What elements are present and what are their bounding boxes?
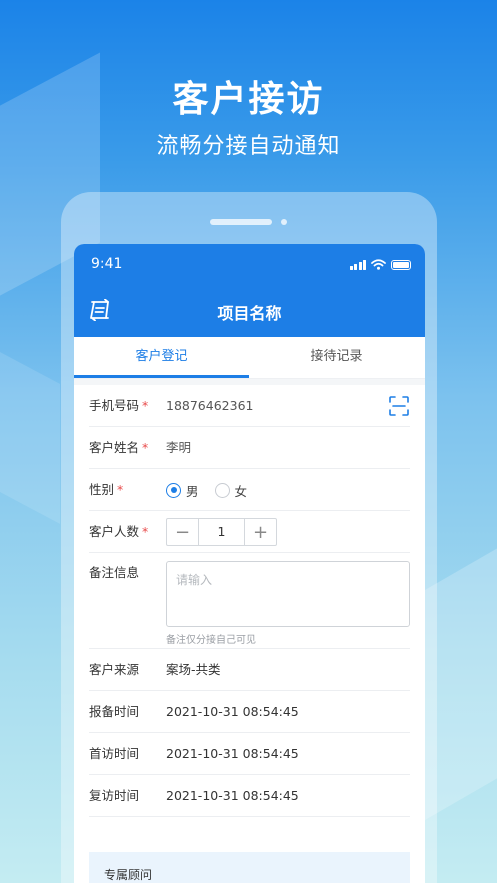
revisit-value: 2021-10-31 08:54:45 [166,788,299,803]
increment-button[interactable]: + [245,519,276,545]
source-value: 案场-共类 [166,662,221,677]
revisit-label: 复访时间 [89,788,140,803]
form-row-first-visit: 首访时间 2021-10-31 08:54:45 [89,733,410,775]
form-row-source: 客户来源 案场-共类 [89,649,410,691]
remark-hint: 备注仅分接自己可见 [166,635,256,646]
app-header: 9:41 项目名称 [74,244,425,337]
quantity-value[interactable]: 1 [198,519,245,545]
count-label: 客户人数 * [89,524,149,539]
advisor-label: 专属顾问 [104,868,153,882]
name-label: 客户姓名 * [89,440,149,455]
gender-option-male[interactable]: 男 [166,481,199,500]
gender-option-female[interactable]: 女 [214,481,247,500]
form-row-report-time: 报备时间 2021-10-31 08:54:45 [89,691,410,733]
signal-icon [349,260,366,270]
report-time-label: 报备时间 [89,704,140,719]
form-row-count: 客户人数 * − 1 + [89,511,410,553]
form-row-phone: 手机号码 * 18876462361 [89,385,410,427]
source-label: 客户来源 [89,662,140,677]
remark-textarea[interactable]: 请输入 [166,561,410,627]
gender-radio-group: 男 女 [166,469,255,511]
wifi-icon [371,259,386,270]
phone-label: 手机号码 * [89,398,149,413]
gender-label: 性别 * [89,482,124,497]
form-row-remark: 备注信息 请输入 备注仅分接自己可见 [89,553,410,649]
form-row-name: 客户姓名 * 李明 [89,427,410,469]
tab-customer-register[interactable]: 客户登记 [74,337,249,379]
advisor-card: 专属顾问 [89,852,410,883]
scan-icon[interactable] [388,395,410,417]
status-time: 9:41 [91,256,123,272]
form-row-gender: 性别 * 男 女 [89,469,410,511]
tab-active-indicator [74,375,249,378]
hero-subtitle: 流畅分接自动通知 [156,134,341,159]
radio-checked-icon [166,482,181,498]
hero-title: 客户接访 [172,79,325,120]
name-field[interactable]: 李明 [166,427,191,469]
phone-field[interactable]: 18876462361 [166,385,253,427]
app-screen: 9:41 项目名称 客户登记 接待记录 手机号码 * 18876462361 客… [74,244,425,883]
form-row-revisit: 复访时间 2021-10-31 08:54:45 [89,775,410,817]
remark-label: 备注信息 [89,565,140,580]
background-shape [0,336,60,524]
quantity-stepper: − 1 + [166,518,277,546]
decrement-button[interactable]: − [167,519,198,545]
phone-camera [281,219,287,225]
tab-bar: 客户登记 接待记录 [74,337,425,379]
battery-icon [391,260,411,270]
page-title: 项目名称 [217,304,282,323]
phone-speaker [210,219,272,225]
report-time-value: 2021-10-31 08:54:45 [166,704,299,719]
first-visit-value: 2021-10-31 08:54:45 [166,746,299,761]
customer-form: 手机号码 * 18876462361 客户姓名 * 李明 性别 * 男 女 客户… [74,385,425,817]
status-icons [349,258,411,270]
radio-unchecked-icon [214,482,230,498]
first-visit-label: 首访时间 [89,746,140,761]
tab-reception-records[interactable]: 接待记录 [249,337,424,379]
